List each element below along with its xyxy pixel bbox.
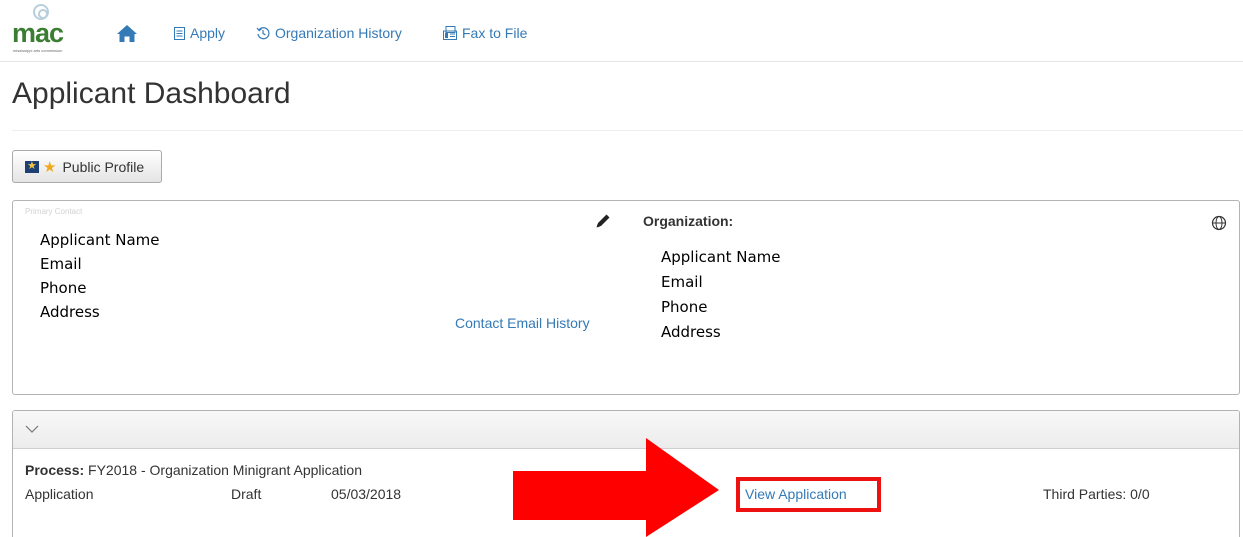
logo-text: mac	[12, 18, 64, 48]
view-application-link[interactable]: View Application	[745, 486, 847, 502]
star-icon: ★	[43, 157, 57, 176]
process-name: FY2018 - Organization Minigrant Applicat…	[88, 462, 362, 478]
third-parties-count: Third Parties: 0/0	[1043, 486, 1150, 502]
application-status: Draft	[231, 486, 262, 502]
process-title: Process: FY2018 - Organization Minigrant…	[25, 462, 362, 478]
public-profile-label: Public Profile	[62, 158, 145, 175]
nav-fax-to-file[interactable]: Fax to File	[443, 24, 527, 42]
contact-phone: Phone	[40, 279, 87, 297]
title-divider	[12, 130, 1243, 131]
chevron-down-icon[interactable]	[25, 424, 39, 434]
contact-details: Applicant Name Email Phone Address	[40, 228, 160, 324]
organization-phone: Phone	[661, 298, 708, 316]
organization-address: Address	[661, 323, 721, 341]
nav-apply[interactable]: Apply	[174, 24, 225, 42]
page: mac mississippi arts commission Apply Or…	[0, 0, 1243, 537]
nav-fax-to-file-label: Fax to File	[462, 25, 528, 41]
pencil-icon[interactable]	[595, 213, 611, 229]
nav-organization-history[interactable]: Organization History	[256, 24, 402, 42]
fax-icon	[443, 26, 457, 40]
organization-name: Applicant Name	[661, 248, 781, 266]
home-icon[interactable]	[116, 23, 138, 43]
process-label: Process:	[25, 462, 85, 478]
contact-panel: Primary Contact Applicant Name Email Pho…	[12, 200, 1240, 395]
profile-badge-icon	[25, 159, 39, 173]
contact-email-history-link[interactable]: Contact Email History	[455, 315, 590, 331]
organization-label: Organization:	[643, 213, 734, 229]
mac-logo[interactable]: mac mississippi arts commission	[12, 4, 72, 58]
public-profile-button[interactable]: ★ Public Profile	[12, 150, 162, 183]
page-title: Applicant Dashboard	[12, 77, 291, 110]
globe-icon[interactable]	[1211, 215, 1227, 231]
contact-name: Applicant Name	[40, 231, 160, 249]
nav-organization-history-label: Organization History	[275, 25, 402, 41]
nav-apply-label: Apply	[190, 25, 226, 41]
organization-email: Email	[661, 273, 703, 291]
document-icon	[174, 26, 185, 40]
application-date: 05/03/2018	[331, 486, 402, 502]
top-nav: mac mississippi arts commission Apply Or…	[0, 0, 1243, 62]
red-arrow-annotation	[513, 438, 719, 537]
history-icon	[256, 27, 270, 40]
application-type: Application	[25, 486, 94, 502]
contact-address: Address	[40, 303, 100, 321]
logo-tagline: mississippi arts commission	[13, 48, 63, 53]
contact-section-label: Primary Contact	[25, 207, 83, 216]
organization-details: Applicant Name Email Phone Address	[661, 245, 781, 345]
contact-email: Email	[40, 255, 82, 273]
